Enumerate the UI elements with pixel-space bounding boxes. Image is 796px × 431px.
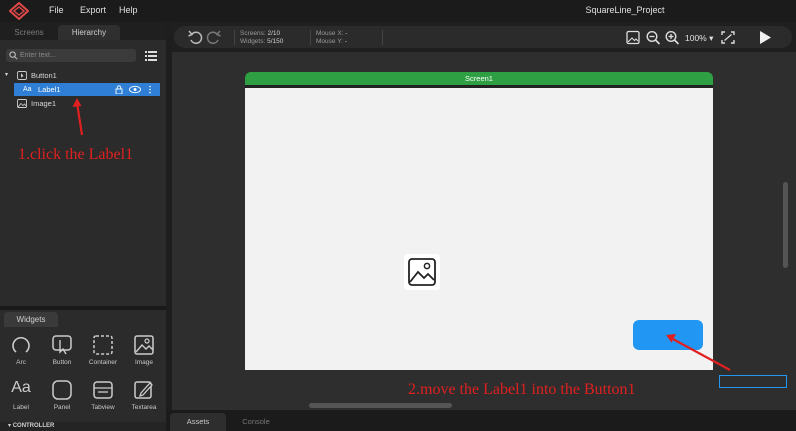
widget-label: Container	[88, 359, 118, 366]
widget-arc[interactable]: Arc	[1, 332, 41, 376]
tab-assets[interactable]: Assets	[170, 413, 226, 431]
menu-export[interactable]: Export	[80, 5, 106, 15]
controller-section[interactable]: ▾ CONTROLLER	[0, 422, 166, 431]
widget-label: Panel	[53, 404, 71, 411]
widget-panel[interactable]: Panel	[42, 377, 82, 421]
button1-widget[interactable]	[633, 320, 703, 350]
drag-target-box	[719, 375, 787, 388]
toolbar-inner: Screens: 2/10 Widgets: 5/150 Mouse X: - …	[174, 26, 792, 48]
redo-icon[interactable]	[205, 30, 221, 45]
bottom-tabs: Assets Console	[166, 410, 796, 431]
arc-icon	[12, 337, 30, 353]
label-icon: Aa	[11, 379, 31, 396]
play-icon[interactable]	[757, 30, 773, 45]
undo-icon[interactable]	[188, 30, 204, 45]
image-icon	[134, 335, 154, 355]
widget-label-item[interactable]: Aa Label	[1, 377, 41, 421]
annotation-step2: 2.move the Label1 into the Button1	[408, 381, 636, 398]
stats-counts: Screens: 2/10 Widgets: 5/150	[240, 30, 283, 46]
tree-item-button1[interactable]: ▾ Button1	[0, 69, 166, 82]
eye-icon[interactable]	[129, 85, 141, 94]
widgets-label: Widgets:	[240, 38, 266, 45]
list-icon[interactable]	[145, 51, 157, 61]
menu-bar: File Export Help SquareLine_Project	[0, 0, 796, 22]
tree-item-image1[interactable]: Image1	[0, 97, 166, 110]
widget-label: Textarea	[131, 404, 157, 411]
label-icon: Aa	[23, 86, 32, 93]
mouse-x-label: Mouse X:	[316, 30, 344, 37]
caret-down-icon[interactable]: ▾	[5, 69, 8, 82]
screens-label: Screens:	[240, 30, 266, 37]
screen-title-bar[interactable]: Screen1	[245, 72, 713, 85]
panel-icon	[52, 380, 72, 400]
more-icon[interactable]	[149, 85, 151, 94]
widget-label: Label	[13, 404, 29, 411]
annotation-step1: 1.click the Label1	[18, 146, 134, 163]
panel-divider[interactable]	[0, 306, 166, 310]
widget-label: Tabview	[91, 404, 115, 411]
widget-label: Image	[134, 359, 154, 366]
zoom-select[interactable]: 100% ▾	[685, 33, 713, 44]
tab-widgets[interactable]: Widgets	[4, 312, 58, 327]
row-tools	[115, 85, 151, 94]
horizontal-scrollbar[interactable]	[309, 403, 452, 408]
left-panel: Screens Hierarchy ▾ Button1 Aa Label1	[0, 22, 166, 431]
fit-screen-icon[interactable]	[720, 30, 736, 45]
mouse-y-label: Mouse Y:	[316, 38, 343, 45]
tree-item-label1[interactable]: Aa Label1	[14, 83, 160, 96]
vertical-scrollbar[interactable]	[783, 182, 788, 268]
widget-button[interactable]: Button	[42, 332, 82, 376]
mouse-coords: Mouse X: - Mouse Y: -	[316, 30, 347, 46]
mouse-y-value: -	[344, 38, 347, 45]
search-box[interactable]	[6, 49, 136, 62]
lock-icon[interactable]	[115, 85, 123, 94]
mouse-x-value: -	[345, 30, 348, 37]
menu-file[interactable]: File	[49, 5, 64, 15]
zoom-in-icon[interactable]	[664, 30, 680, 45]
button-icon	[17, 71, 27, 80]
menu-help[interactable]: Help	[119, 5, 138, 15]
screens-value: 2/10	[267, 30, 281, 37]
panel-tabs: Screens Hierarchy	[0, 22, 166, 40]
tree-label: Label1	[38, 85, 61, 94]
widget-label: Arc	[16, 359, 26, 366]
container-icon	[93, 335, 113, 355]
search-input[interactable]	[20, 50, 132, 61]
widget-container[interactable]: Container	[83, 332, 123, 376]
toolbar-separator	[234, 30, 235, 45]
textarea-icon	[134, 381, 153, 399]
widgets-value: 5/150	[267, 38, 284, 45]
image-icon	[17, 99, 27, 108]
image1-widget[interactable]	[404, 254, 440, 290]
button-icon	[52, 335, 72, 355]
chevron-down-icon: ▾	[709, 33, 714, 43]
background-image-icon[interactable]	[625, 30, 641, 45]
tabview-icon	[93, 381, 113, 399]
zoom-out-icon[interactable]	[645, 30, 661, 45]
zoom-value: 100%	[685, 33, 707, 43]
toolbar-separator	[382, 30, 383, 45]
project-title: SquareLine_Project	[585, 5, 665, 15]
search-icon	[9, 51, 18, 60]
tab-screens[interactable]: Screens	[4, 25, 54, 40]
widget-image[interactable]: Image	[124, 332, 164, 376]
tab-hierarchy[interactable]: Hierarchy	[58, 25, 120, 40]
tab-console[interactable]: Console	[230, 413, 282, 431]
image-icon	[408, 258, 436, 286]
widgets-grid: Arc Button Container Image Aa Label Pane…	[0, 327, 166, 431]
controller-label: CONTROLLER	[12, 423, 55, 429]
widget-textarea[interactable]: Textarea	[124, 377, 164, 421]
widget-tabview[interactable]: Tabview	[83, 377, 123, 421]
toolbar: Screens: 2/10 Widgets: 5/150 Mouse X: - …	[172, 22, 796, 52]
tree-label: Button1	[31, 71, 57, 80]
widget-label: Button	[52, 359, 72, 366]
squareline-logo-icon	[9, 2, 29, 20]
toolbar-separator	[310, 30, 311, 45]
tree-label: Image1	[31, 99, 57, 108]
